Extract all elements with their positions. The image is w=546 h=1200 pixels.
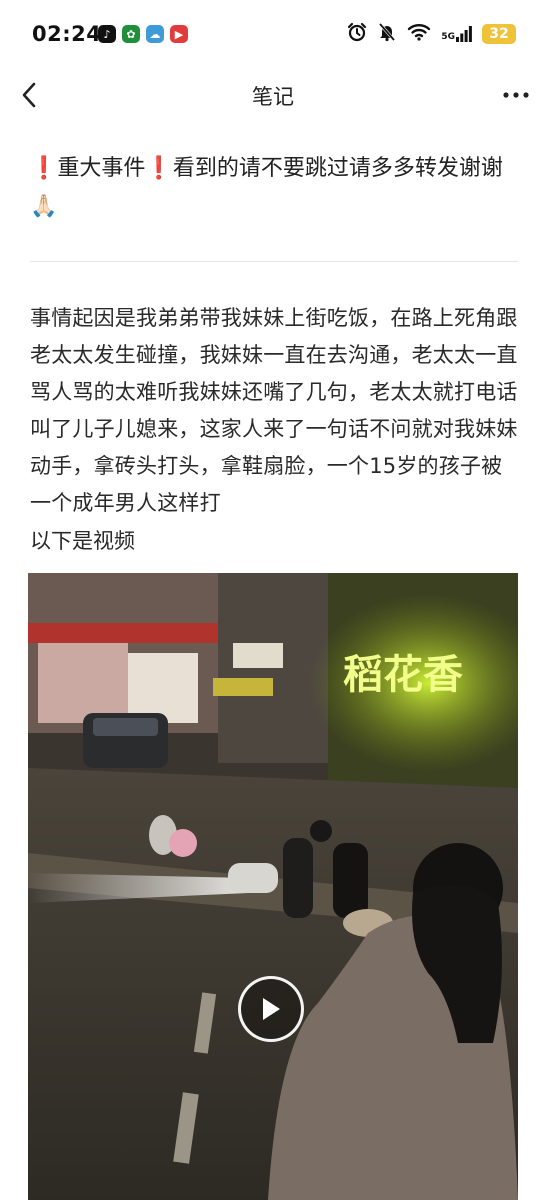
signal-icon: 5G xyxy=(441,26,472,42)
shop-sign: 稻花香 xyxy=(343,651,463,698)
play-button[interactable] xyxy=(238,976,304,1042)
tiktok-icon: ♪ xyxy=(98,25,116,43)
video-player[interactable]: 稻花香 xyxy=(28,573,518,1200)
exclamation-icon: ❗ xyxy=(145,156,173,181)
chevron-left-icon xyxy=(22,82,36,108)
wifi-icon xyxy=(407,23,431,45)
video-app-icon: ▶ xyxy=(170,25,188,43)
post-body: 事情起因是我弟弟带我妹妹上街吃饭，在路上死角跟老太太发生碰撞，我妹妹一直在去沟通… xyxy=(30,306,518,515)
post-title: ❗重大事件❗看到的请不要跳过请多多转发谢谢🙏🏻 xyxy=(30,150,520,226)
system-icons: 5G 32 xyxy=(347,22,516,46)
exclamation-icon: ❗ xyxy=(30,156,58,181)
post-title-prefix: 重大事件 xyxy=(57,156,146,181)
post-title-text: 看到的请不要跳过请多多转发谢谢 xyxy=(172,156,503,181)
divider xyxy=(30,261,518,262)
more-dots-icon xyxy=(503,92,529,98)
notification-icons: ♪ ✿ ☁ ▶ xyxy=(98,25,188,43)
status-time: 02:24 xyxy=(32,22,102,46)
status-bar: 02:24 ♪ ✿ ☁ ▶ 5G 32 xyxy=(0,0,546,70)
network-type-label: 5G xyxy=(441,32,455,42)
praying-hands-icon: 🙏🏻 xyxy=(30,194,58,219)
battery-icon: 32 xyxy=(482,24,516,44)
more-options-button[interactable] xyxy=(500,80,532,110)
app-icon-green: ✿ xyxy=(122,25,140,43)
back-button[interactable] xyxy=(14,78,44,112)
video-thumbnail: 稻花香 xyxy=(28,573,518,1200)
nav-bar: 笔记 xyxy=(0,70,546,120)
play-icon xyxy=(263,998,280,1020)
weather-icon: ☁ xyxy=(146,25,164,43)
video-caption: 以下是视频 xyxy=(30,529,135,553)
page-title: 笔记 xyxy=(252,85,294,109)
alarm-icon xyxy=(347,22,367,46)
mute-icon xyxy=(377,22,397,46)
